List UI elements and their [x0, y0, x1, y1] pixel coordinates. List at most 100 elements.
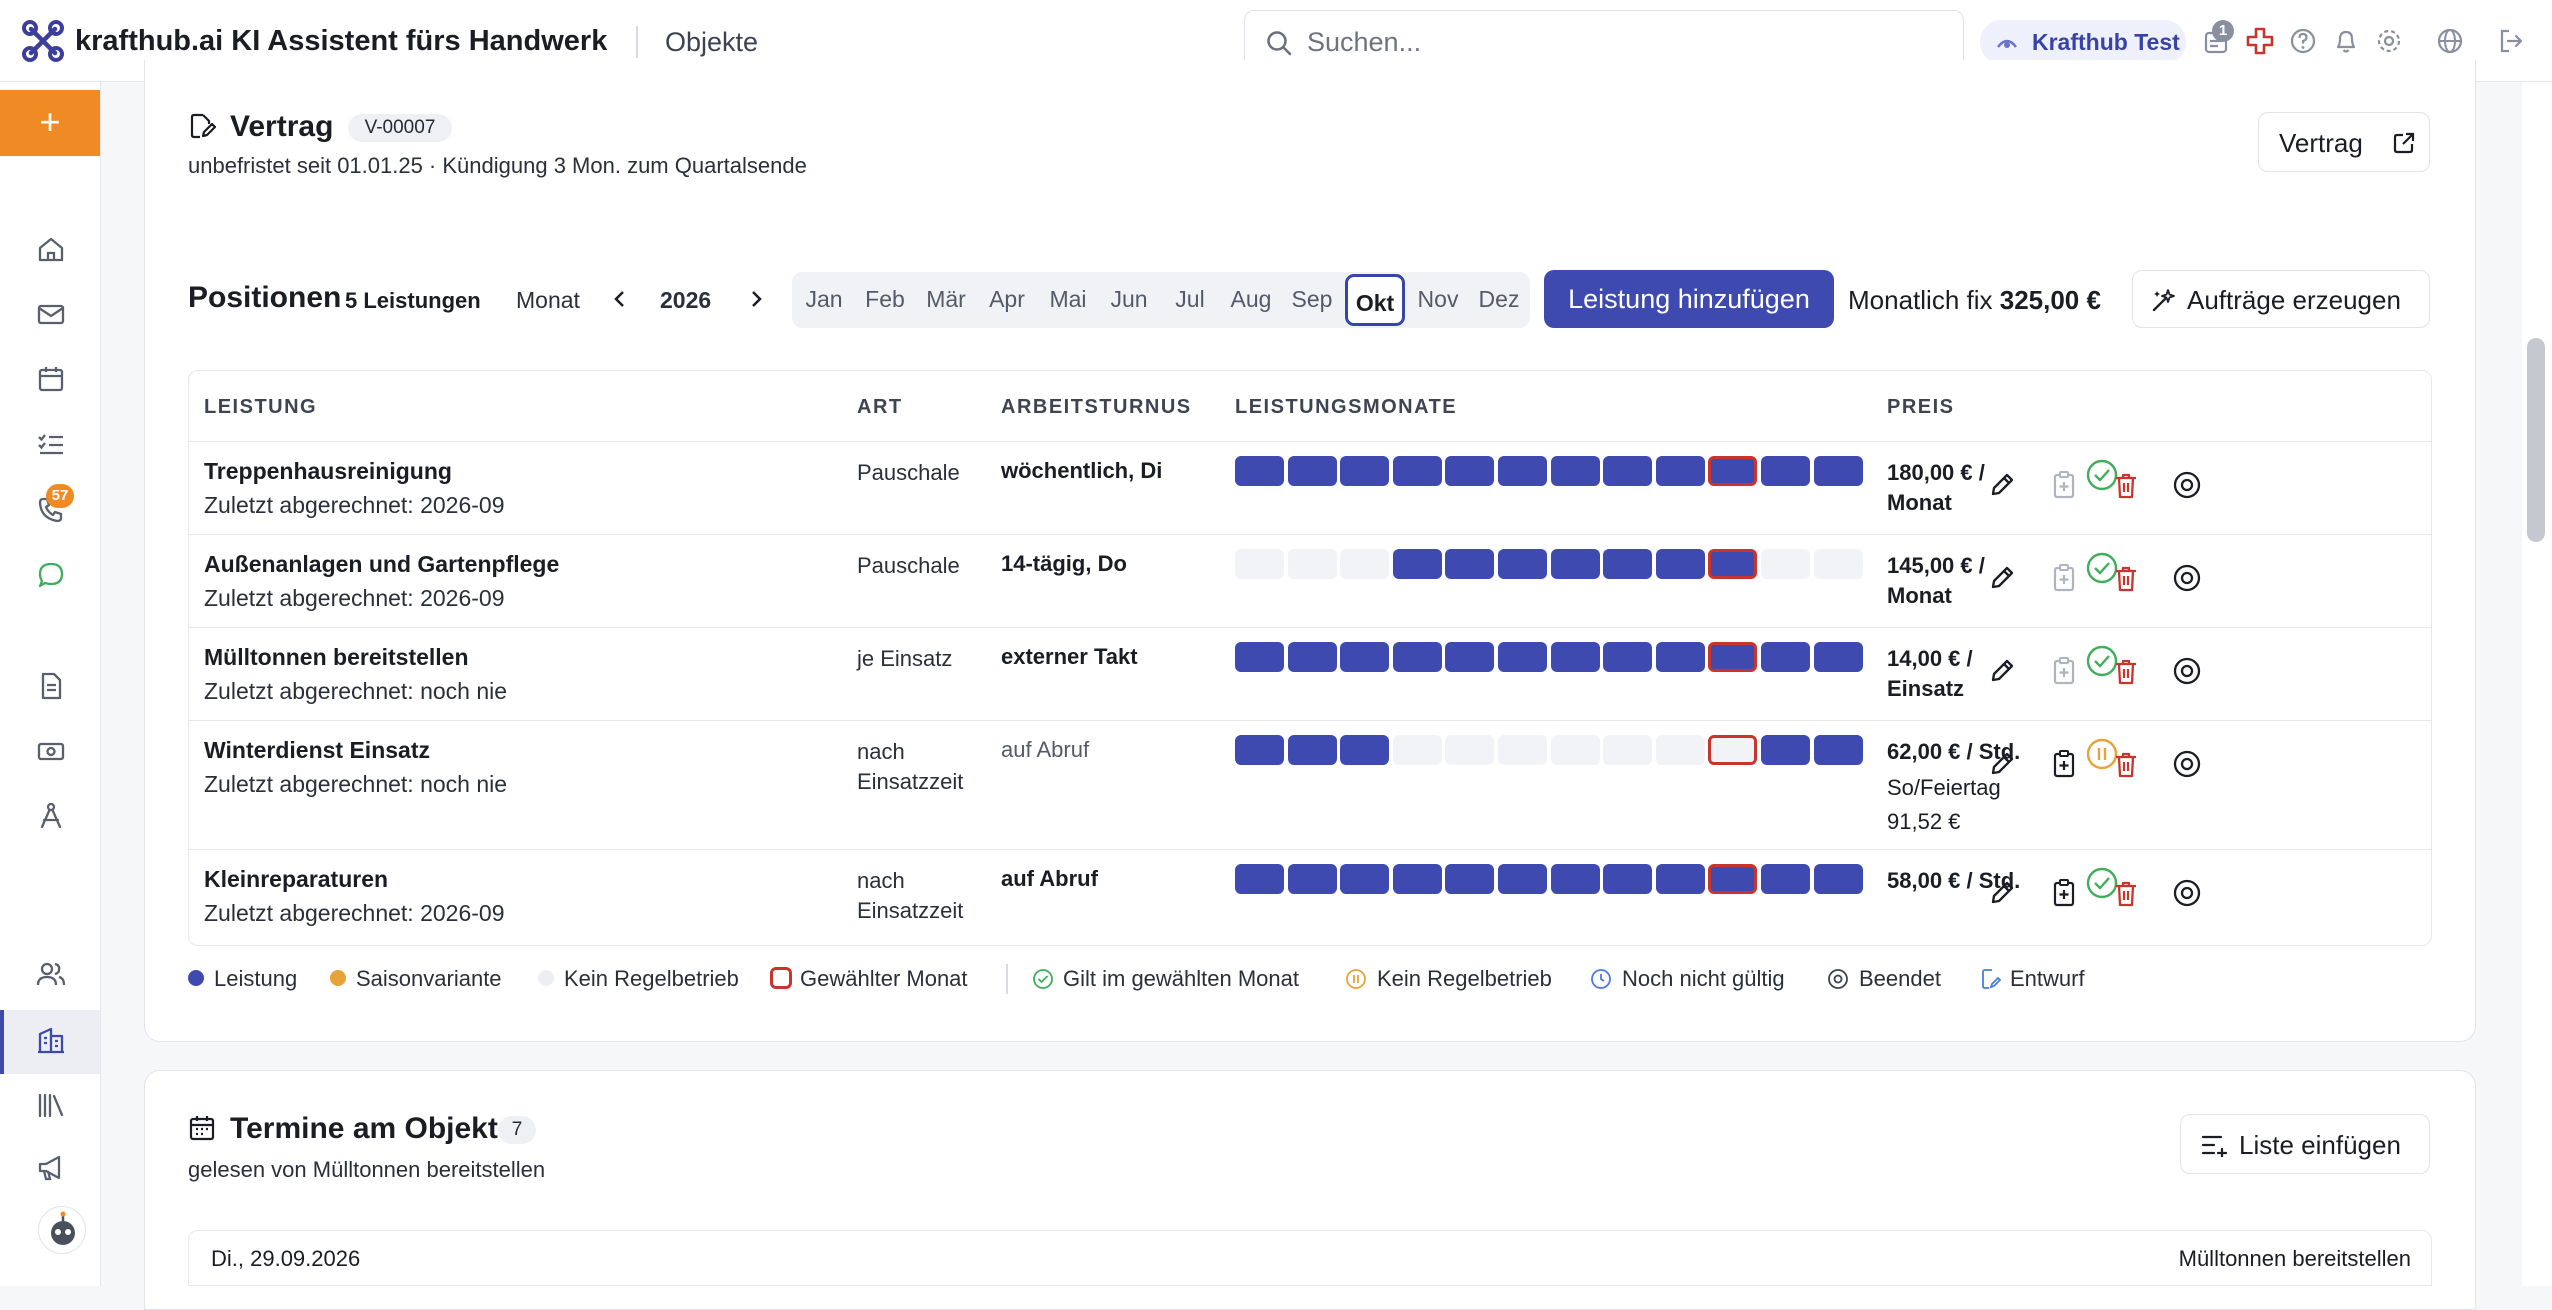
edit-pencil-icon[interactable]	[1987, 749, 2017, 779]
month-cell-dez[interactable]	[1813, 735, 1863, 765]
edit-pencil-icon[interactable]	[1987, 878, 2017, 908]
month-cell-jul[interactable]	[1550, 864, 1600, 894]
month-cell-feb[interactable]	[1287, 456, 1337, 486]
help-icon[interactable]	[2288, 26, 2318, 56]
month-cell-nov[interactable]	[1761, 864, 1810, 894]
month-cell-nov[interactable]	[1761, 549, 1810, 579]
globe-icon[interactable]	[2435, 26, 2465, 56]
users-icon[interactable]	[35, 958, 67, 990]
open-contract-button[interactable]: Vertrag	[2258, 112, 2430, 172]
scrollbar-thumb[interactable]	[2527, 338, 2545, 542]
clipboard-add-icon[interactable]	[2049, 749, 2079, 779]
month-cell-jan[interactable]	[1235, 642, 1284, 672]
month-cell-aug[interactable]	[1603, 864, 1653, 894]
tenant-switcher[interactable]: Krafthub Test	[1980, 20, 2186, 64]
month-cell-aug[interactable]	[1603, 456, 1653, 486]
month-cell-mär[interactable]	[1340, 456, 1390, 486]
month-cell-mai[interactable]	[1445, 735, 1495, 765]
clipboard-add-icon[interactable]	[2049, 878, 2079, 908]
month-cell-aug[interactable]	[1603, 549, 1653, 579]
month-cell-okt[interactable]	[1708, 864, 1758, 894]
month-cell-apr[interactable]	[1392, 456, 1442, 486]
month-cell-sep[interactable]	[1655, 456, 1705, 486]
add-service-button[interactable]: Leistung hinzufügen	[1544, 270, 1834, 328]
month-nov[interactable]: Nov	[1408, 286, 1468, 313]
col-preis[interactable]: PREIS	[1887, 396, 1955, 419]
col-arbeitsturnus[interactable]: ARBEITSTURNUS	[1001, 396, 1192, 419]
previous-year-chevron-icon[interactable]	[608, 287, 632, 311]
month-cell-jul[interactable]	[1550, 642, 1600, 672]
delete-trash-icon[interactable]	[2111, 749, 2141, 779]
logout-icon[interactable]	[2496, 26, 2526, 56]
edit-pencil-icon[interactable]	[1987, 563, 2017, 593]
money-icon[interactable]	[35, 735, 67, 767]
library-icon[interactable]	[35, 1089, 67, 1121]
end-stop-icon[interactable]	[2172, 749, 2202, 779]
month-cell-dez[interactable]	[1813, 642, 1863, 672]
month-cell-aug[interactable]	[1603, 642, 1653, 672]
month-cell-nov[interactable]	[1761, 642, 1810, 672]
month-okt-selected[interactable]: Okt	[1345, 274, 1405, 326]
month-cell-mär[interactable]	[1340, 735, 1390, 765]
col-art[interactable]: ART	[857, 396, 903, 419]
tasks-icon[interactable]	[35, 428, 67, 460]
edit-pencil-icon[interactable]	[1987, 470, 2017, 500]
month-cell-mai[interactable]	[1445, 642, 1495, 672]
month-cell-jun[interactable]	[1498, 642, 1547, 672]
month-cell-dez[interactable]	[1813, 864, 1863, 894]
month-cell-nov[interactable]	[1761, 735, 1810, 765]
delete-trash-icon[interactable]	[2111, 656, 2141, 686]
month-cell-feb[interactable]	[1287, 735, 1337, 765]
delete-trash-icon[interactable]	[2111, 878, 2141, 908]
delete-trash-icon[interactable]	[2111, 470, 2141, 500]
month-cell-jul[interactable]	[1550, 456, 1600, 486]
month-cell-jun[interactable]	[1498, 735, 1547, 765]
month-sep[interactable]: Sep	[1282, 286, 1342, 313]
settings-gear-icon[interactable]	[2374, 26, 2404, 56]
month-cell-apr[interactable]	[1392, 735, 1442, 765]
month-jul[interactable]: Jul	[1160, 286, 1220, 313]
month-dez[interactable]: Dez	[1469, 286, 1529, 313]
service-name[interactable]: Kleinreparaturen	[204, 866, 388, 893]
month-cell-dez[interactable]	[1813, 549, 1863, 579]
month-cell-jul[interactable]	[1550, 735, 1600, 765]
chat-icon[interactable]	[35, 559, 67, 591]
period-mode-select[interactable]: Monat	[516, 287, 580, 314]
month-cell-sep[interactable]	[1655, 642, 1705, 672]
megaphone-icon[interactable]	[35, 1152, 67, 1184]
assistant-avatar[interactable]	[38, 1206, 86, 1254]
month-cell-aug[interactable]	[1603, 735, 1653, 765]
service-name[interactable]: Treppenhausreinigung	[204, 458, 452, 485]
month-cell-mai[interactable]	[1445, 549, 1495, 579]
bell-icon[interactable]	[2331, 26, 2361, 56]
service-name[interactable]: Außenanlagen und Gartenpflege	[204, 551, 559, 578]
month-cell-mai[interactable]	[1445, 456, 1495, 486]
table-row[interactable]: Außenanlagen und Gartenpflege Zuletzt abg…	[189, 534, 2431, 627]
month-jan[interactable]: Jan	[794, 286, 854, 313]
end-stop-icon[interactable]	[2172, 470, 2202, 500]
month-cell-apr[interactable]	[1392, 864, 1442, 894]
search-input[interactable]	[1307, 23, 1927, 61]
col-leistungsmonate[interactable]: LEISTUNGSMONATE	[1235, 396, 1457, 419]
insert-list-button[interactable]: Liste einfügen	[2180, 1114, 2430, 1174]
month-cell-sep[interactable]	[1655, 735, 1705, 765]
clipboard-add-icon[interactable]	[2049, 656, 2079, 686]
month-cell-jan[interactable]	[1235, 864, 1284, 894]
month-cell-feb[interactable]	[1287, 549, 1337, 579]
month-cell-sep[interactable]	[1655, 864, 1705, 894]
calendar-icon[interactable]	[35, 363, 67, 395]
month-feb[interactable]: Feb	[855, 286, 915, 313]
month-cell-jan[interactable]	[1235, 735, 1284, 765]
edit-pencil-icon[interactable]	[1987, 656, 2017, 686]
building-icon[interactable]	[35, 1024, 67, 1056]
month-cell-feb[interactable]	[1287, 864, 1337, 894]
end-stop-icon[interactable]	[2172, 656, 2202, 686]
appointment-row[interactable]: Di., 29.09.2026 Mülltonnen bereitstellen	[188, 1230, 2432, 1286]
month-cell-nov[interactable]	[1761, 456, 1810, 486]
month-cell-jun[interactable]	[1498, 549, 1547, 579]
month-mar[interactable]: Mär	[916, 286, 976, 313]
end-stop-icon[interactable]	[2172, 563, 2202, 593]
month-cell-jul[interactable]	[1550, 549, 1600, 579]
month-cell-dez[interactable]	[1813, 456, 1863, 486]
month-cell-okt[interactable]	[1708, 456, 1758, 486]
